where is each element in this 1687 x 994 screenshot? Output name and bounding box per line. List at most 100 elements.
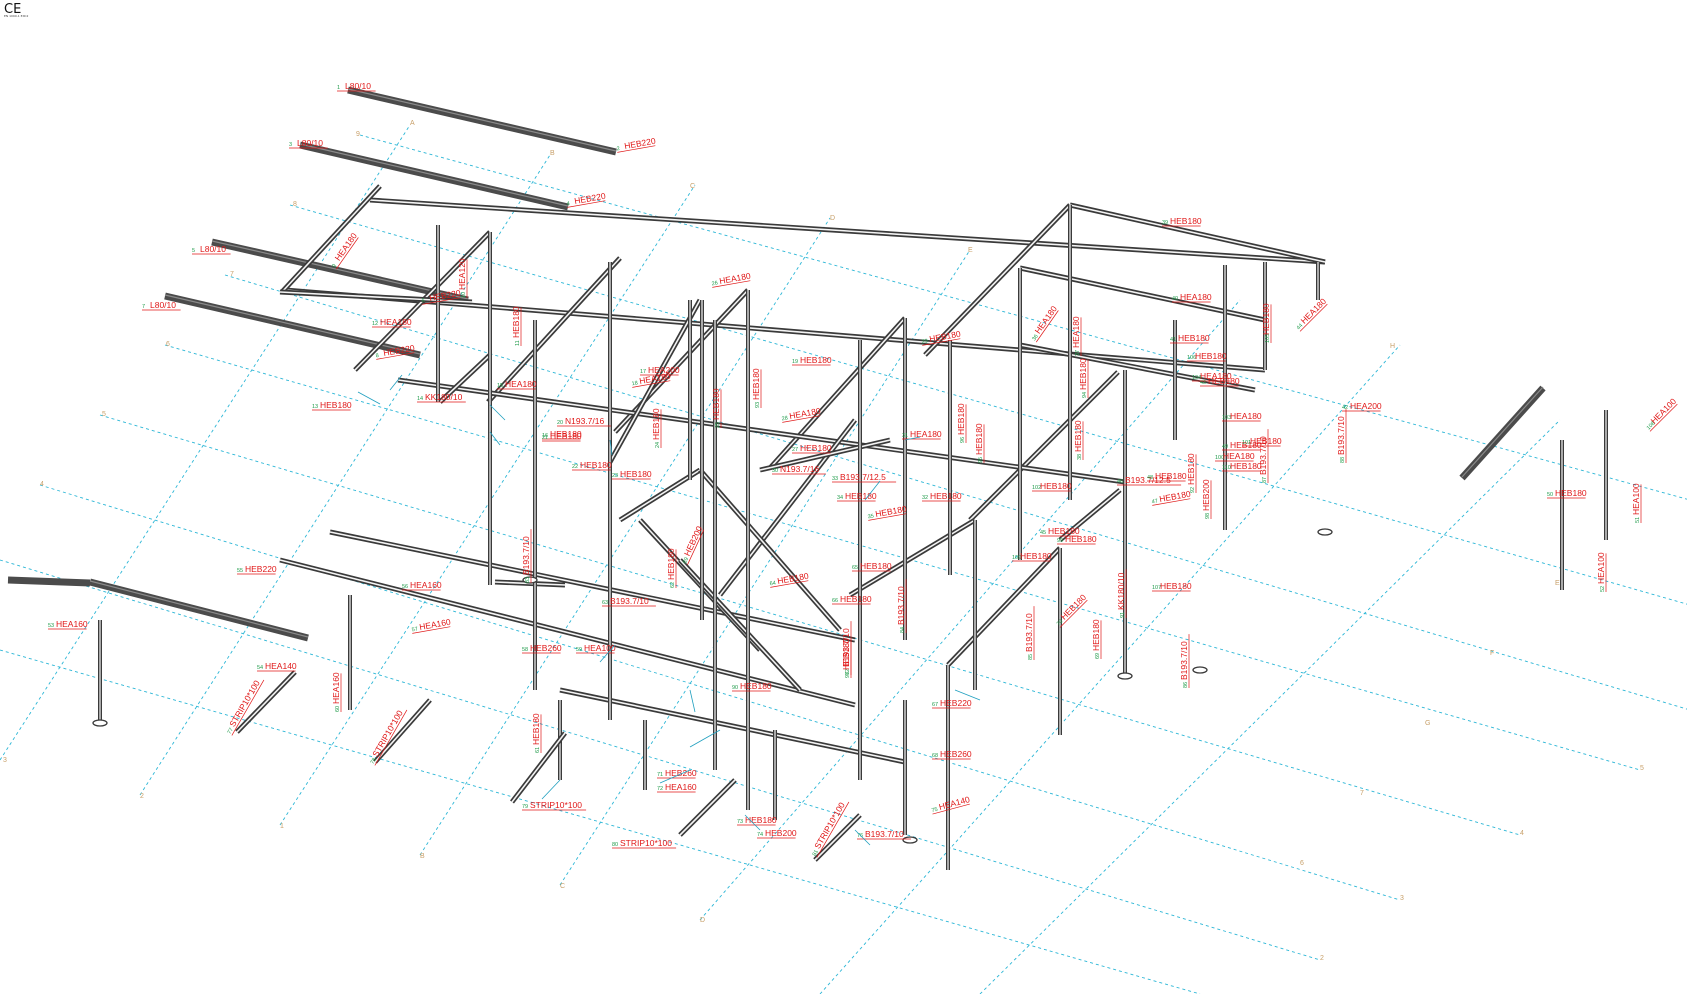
member-tag: 96 HEB180 [956,403,967,443]
frame-beam-flange [397,379,1126,483]
grid-axis-label: H [1390,343,1395,350]
member-tag: 50 HEB180 [1547,488,1587,499]
grid-axis-label: E [968,247,973,254]
base-plate [1192,666,1208,674]
member-tag-profile: HEB180 [1186,453,1196,485]
grid-axis-label: 6 [166,341,170,348]
member-tag-number: 2 [616,146,620,152]
member-tag-profile: HEB180 [620,469,652,479]
member-tag: 5 L80/10 [192,244,231,255]
member-tag-profile: HEB180 [1195,351,1227,361]
member-tag-profile: HEB180 [800,355,832,365]
member-tag-number: 93 [755,402,761,408]
member-tag-number: 61 [535,747,541,753]
member-tag: 105HEB180 [1261,303,1272,343]
member-tag: 102HEB180 [1032,481,1072,492]
member-tag-number: 67 [932,702,938,708]
member-tag-profile: HEB180 [974,423,984,455]
member-tag-profile: HEB180 [956,403,966,435]
member-tag-number: 65 [852,565,858,571]
member-tag-profile: HEB180 [550,431,582,441]
member-tag: 39 HEB180 [1162,216,1202,227]
member-tag-number: 34 [837,495,843,501]
member-tag-number: 48 [1147,475,1153,481]
member-tag-number: 83 [525,577,531,583]
member-tag-number: 12 [372,321,378,327]
member-tag-profile: HEB200 [1201,479,1211,511]
member-tag-number: 85 [1028,654,1034,660]
member-tag-profile: B193.7/10 [1179,641,1189,680]
member-tag-profile: HEB180 [1160,581,1192,591]
member-tag-number: 73 [737,819,743,825]
member-tag-profile: HEB220 [940,698,972,708]
member-tag-profile: HEB180 [651,408,661,440]
member-tag: 60 HEA160 [331,672,342,712]
grid-line-col-3 [419,217,831,856]
member-tag: 92 HEB180 [1186,453,1197,493]
member-tag-profile: B193.7/10 [521,536,531,575]
member-tag-profile: HEA100 [1631,483,1641,515]
member-tag-profile: HEB180 [711,388,721,420]
member-tag-number: 60 [335,706,341,712]
member-tag-profile: STRIP10*100 [620,838,672,848]
member-tag: 36HEA180 [1031,304,1059,343]
member-tag: 1 L80/10 [337,81,376,92]
grid-line-row-6 [0,559,1321,961]
member-tag: 79 STRIP10*100 [522,800,587,811]
member-tag: 15 HEA180 [497,379,537,390]
member-tag: 109HEB180 [1012,551,1052,562]
member-tag-profile: B193.7/10 [1336,416,1346,455]
member-tag-number: 71 [657,772,663,778]
member-tag-profile: KK180/10 [1116,572,1126,610]
loose-beam [7,576,91,587]
member-tag-number: 5 [192,248,195,254]
member-tag-profile: HEA160 [410,580,442,590]
member-tag-number: 55 [237,568,243,574]
member-tag: 108HEA100 [1646,396,1678,432]
member-tag-number: 90 [732,685,738,691]
member-tag-number: 92 [1190,487,1196,493]
member-tag-number: 23 [612,473,618,479]
member-tag-profile: HEA180 [1299,296,1329,326]
member-tag-number: 87 [1262,477,1268,483]
member-tag-profile: HEB180 [841,638,851,670]
loose-beam [89,578,309,642]
member-tag-number: 46 [1117,479,1123,485]
member-tag: 7 L80/10 [142,300,181,311]
member-tag: 73 HEB180 [737,815,777,826]
member-tag: 71 HEB260 [657,768,697,779]
grid-axis-label: 5 [102,411,106,418]
grid-line-row-3 [164,344,1641,771]
member-tag-number: 42 [1342,405,1348,411]
grid-axis-label: E [1555,580,1560,587]
member-tag-number: 69 [1095,653,1101,659]
member-labels: 1 L80/102 HEB2203 L80/104 HEB2205 L80/106 HEB2… [48,81,1678,858]
member-tag: 4 HEB220 [566,191,607,208]
member-tag-profile: HEA180 [1223,451,1255,461]
member-tag-profile: HEB260 [665,768,697,778]
member-tag-number: 62 [670,582,676,588]
member-tag-profile: HEB180 [1091,619,1101,651]
member-tag-profile: HEB180 [1155,471,1187,481]
grid-axis-label: A [410,120,415,127]
member-tag: 24 HEB180 [651,408,662,448]
base-plate [92,719,108,727]
member-tag-profile: HEA180 [1230,411,1262,421]
member-tag-profile: HEB180 [1040,481,1072,491]
member-tag-number: 66 [832,598,838,604]
member-tag-profile: B193.7/10 [896,586,906,625]
member-tag-number: 31 [902,433,908,439]
member-tag-number: 14 [417,396,423,402]
member-tag-number: 40 [1172,296,1178,302]
member-tag: 54 HEA140 [257,661,297,672]
loose-beam-edge [299,143,569,207]
member-tag-profile: HEB180 [1078,358,1088,390]
member-tag: 90 HEB180 [732,681,772,692]
grid-axis-label: B [420,853,425,860]
member-tag-profile: L80/10 [297,138,323,148]
member-tag-number: 22 [572,464,578,470]
member-tag-profile: HEB180 [531,713,541,745]
member-tag: 23 HEB180 [612,469,652,480]
member-tag-number: 50 [1547,492,1553,498]
member-tag: 63 B193.7/10 [602,596,656,607]
